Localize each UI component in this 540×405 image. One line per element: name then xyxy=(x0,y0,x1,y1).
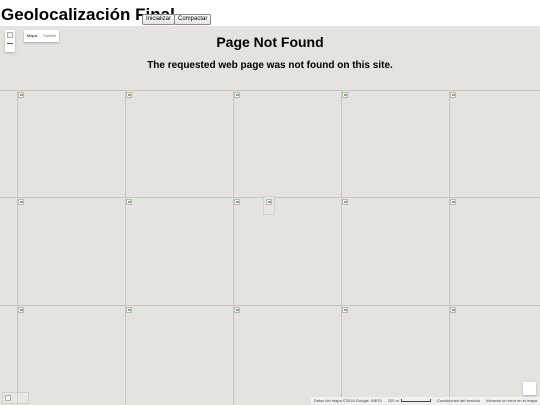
tile-grid-line xyxy=(449,90,450,405)
broken-image-icon xyxy=(450,199,456,205)
map-attribution: Datos del mapa ©2016 Google, INEGI 200 m… xyxy=(310,397,540,405)
broken-image-icon xyxy=(234,199,240,205)
tile-grid-line xyxy=(0,305,540,306)
map-type-satellite-button[interactable]: Satélite xyxy=(40,30,59,42)
zoom-control-icon[interactable] xyxy=(7,32,13,38)
map-type-map-button[interactable]: Mapa xyxy=(24,30,40,42)
street-view-pegman-icon[interactable] xyxy=(523,382,536,395)
tile-grid-line xyxy=(17,90,18,405)
compact-button[interactable]: Compactar xyxy=(174,14,212,25)
tile-grid-line xyxy=(125,90,126,405)
broken-image-icon xyxy=(18,92,24,98)
terms-link[interactable]: Condiciones del servicio xyxy=(434,397,483,405)
broken-image-icon xyxy=(450,92,456,98)
map-logo-icon xyxy=(5,395,11,401)
broken-image-icon xyxy=(234,307,240,313)
broken-image-icon xyxy=(18,199,24,205)
map-scale[interactable]: 200 m xyxy=(385,397,434,405)
map-data-attribution: Datos del mapa ©2016 Google, INEGI xyxy=(313,398,382,403)
map-type-control: Mapa Satélite xyxy=(24,30,60,42)
map-logo[interactable] xyxy=(2,392,29,404)
zoom-out-icon[interactable] xyxy=(7,43,13,44)
broken-image-icon xyxy=(126,92,132,98)
tile-grid-line xyxy=(0,90,540,91)
broken-image-icon xyxy=(342,199,348,205)
error-title: Page Not Found xyxy=(216,34,324,50)
tile-grid-line xyxy=(233,90,234,405)
broken-image-icon xyxy=(266,199,272,205)
tile-grid-line xyxy=(341,90,342,405)
error-message: The requested web page was not found on … xyxy=(147,60,393,71)
broken-image-icon xyxy=(126,199,132,205)
scale-bar xyxy=(400,399,431,403)
map-scale-label: 200 m xyxy=(387,398,399,403)
broken-image-icon xyxy=(450,307,456,313)
broken-image-icon xyxy=(18,307,24,313)
broken-image-icon xyxy=(342,307,348,313)
report-error-link[interactable]: Informar un error en el mapa xyxy=(483,397,540,405)
map-canvas[interactable]: Page Not Found The requested web page wa… xyxy=(0,26,540,405)
broken-image-icon xyxy=(234,92,240,98)
tile-fragment xyxy=(263,196,275,215)
broken-image-icon xyxy=(126,307,132,313)
initialize-button[interactable]: Inicializar xyxy=(142,14,176,25)
broken-image-icon xyxy=(342,92,348,98)
header-bar: Geolocalización Final Inicializar Compac… xyxy=(0,0,540,26)
zoom-control[interactable] xyxy=(5,30,15,52)
